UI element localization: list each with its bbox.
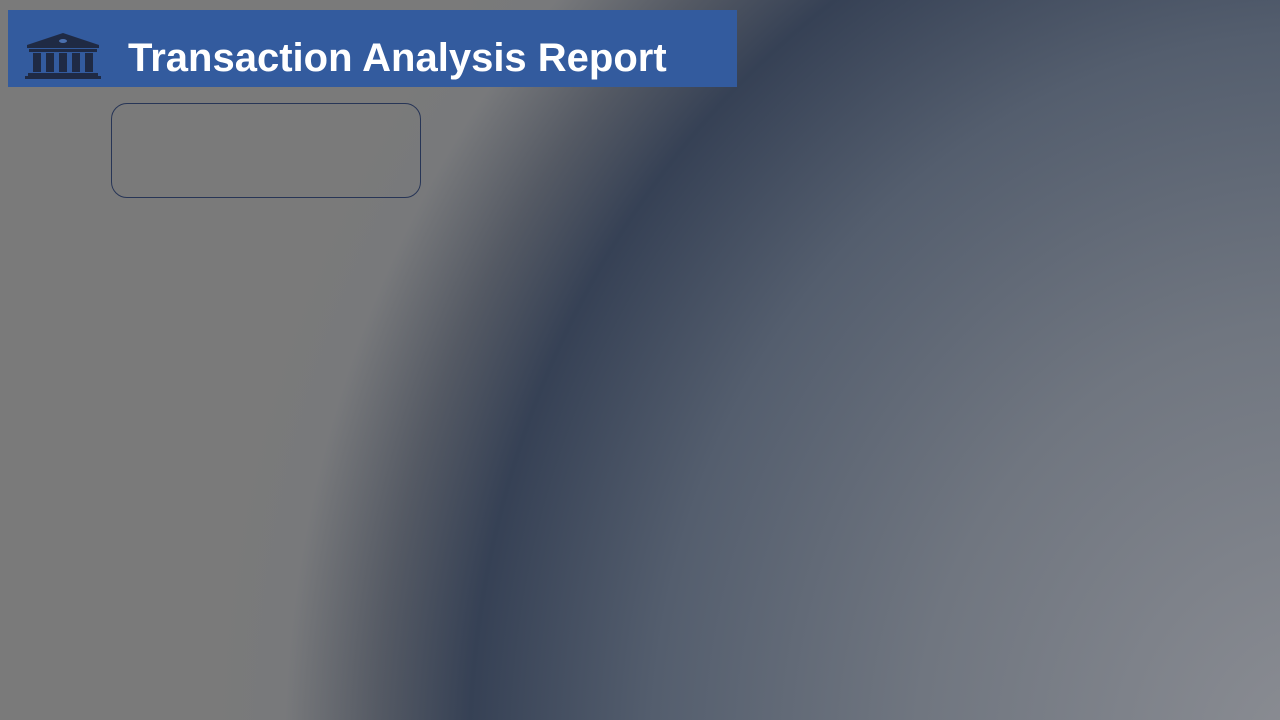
bank-icon — [24, 32, 102, 80]
page-title: Transaction Analysis Report — [128, 36, 667, 80]
content-box[interactable] — [111, 103, 421, 198]
